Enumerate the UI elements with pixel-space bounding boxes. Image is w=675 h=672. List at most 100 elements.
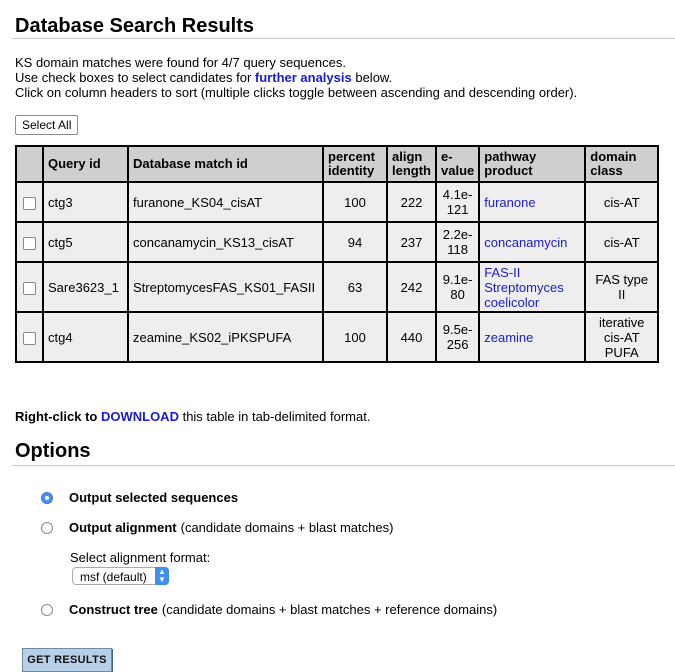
intro-line-2: Use check boxes to select candidates for… [15,70,577,85]
intro-text: KS domain matches were found for 4/7 que… [15,55,577,100]
cell-domain-class: iterative cis-AT PUFA [584,311,660,363]
row-checkbox[interactable] [23,196,36,210]
cell-match-id: zeamine_KS02_iPKSPUFA [127,311,324,363]
option-construct-tree-label: Construct tree [69,602,158,617]
cell-match-id: concanamycin_KS13_cisAT [127,221,324,263]
option-construct-tree[interactable]: Construct tree (candidate domains + blast… [41,602,497,617]
header-checkbox-col [15,145,44,183]
header-domain-line1: domain [590,149,637,164]
alignment-format-label: Select alignment format: [70,550,211,565]
select-all-button[interactable]: Select All [15,115,79,135]
alignment-format-value: msf (default) [80,570,147,584]
select-arrows-icon: ▲ ▼ [155,567,169,585]
alignment-format-select[interactable]: msf (default) ▲ ▼ [72,567,169,585]
row-checkbox[interactable] [23,281,36,295]
cell-pathway: concanamycin [478,221,587,263]
cell-query-id: ctg4 [42,311,129,363]
evalue-part2: 256 [446,337,469,352]
cell-query-id: ctg3 [42,181,129,223]
pathway-link[interactable]: concanamycin [484,235,567,250]
evalue-part1: 9.5e- [442,322,473,337]
download-link[interactable]: DOWNLOAD [101,409,179,424]
option-output-sequences[interactable]: Output selected sequences [41,490,242,505]
header-query-id[interactable]: Query id [42,145,129,183]
cell-align-length: 440 [386,311,437,363]
radio-output-alignment[interactable] [41,521,53,534]
header-evalue-line1: e- [441,149,453,164]
evalue-part1: 9.1e- [442,272,473,287]
download-prefix: Right-click to [15,409,98,424]
header-domain-line2: class [590,163,623,178]
cell-align-length: 242 [386,261,437,313]
option-output-sequences-label: Output selected sequences [69,490,239,505]
intro-line-1: KS domain matches were found for 4/7 que… [15,55,346,70]
header-identity-line2: identity [328,163,375,178]
cell-e-value: 9.5e- 256 [434,311,481,363]
get-results-button[interactable]: GET RESULTS [22,648,112,672]
evalue-part2: 121 [446,202,469,217]
pathway-line2: Streptomyces [484,279,564,295]
table-row: ctg4 zeamine_KS02_iPKSPUFA 100 440 9.5e-… [15,311,660,363]
intro-line-2-text: Use check boxes to select candidates for [15,70,255,85]
option-construct-tree-desc: (candidate domains + blast matches + ref… [161,602,498,617]
header-pathway-line1: pathway [484,149,537,164]
header-align-line2: length [392,163,431,178]
cell-pathway: furanone [478,181,587,223]
pathway-link[interactable]: furanone [484,195,535,210]
header-evalue-line2: value [441,163,475,178]
radio-construct-tree[interactable] [41,603,53,616]
title-divider [12,38,675,39]
header-e-value[interactable]: e-value [434,145,481,183]
further-analysis-link[interactable]: further analysis [255,70,352,85]
option-output-alignment-label: Output alignment [69,520,177,535]
cell-e-value: 4.1e- 121 [434,181,481,223]
cell-e-value: 2.2e- 118 [434,221,481,263]
cell-e-value: 9.1e- 80 [434,261,481,313]
table-row: ctg5 concanamycin_KS13_cisAT 94 237 2.2e… [15,221,660,263]
page-title: Database Search Results [15,15,255,37]
cell-identity: 63 [322,261,388,313]
row-select-cell [15,221,44,263]
intro-line-2-suffix: below. [351,70,393,85]
row-checkbox[interactable] [23,331,36,345]
cell-query-id: Sare3623_1 [42,261,129,313]
header-pathway-line2: product [484,163,533,178]
cell-identity: 94 [322,221,388,263]
cell-align-length: 222 [386,181,437,223]
pathway-line1: FAS-II [484,264,521,280]
option-output-alignment-desc: (candidate domains + blast matches) [180,520,394,535]
table-row: ctg3 furanone_KS04_cisAT 100 222 4.1e- 12… [15,181,660,223]
option-output-alignment[interactable]: Output alignment (candidate domains + bla… [41,520,393,535]
pathway-link[interactable]: FAS-II Streptomyces coelicolor [484,265,563,310]
pathway-line3: coelicolor [484,294,540,310]
header-percent-identity[interactable]: percent identity [322,145,388,183]
header-domain-class[interactable]: domain class [584,145,660,183]
cell-match-id: StreptomycesFAS_KS01_FASII [127,261,324,313]
evalue-part2: 80 [450,287,465,302]
row-select-cell [15,311,44,363]
pathway-link[interactable]: zeamine [484,330,533,345]
table-row: Sare3623_1 StreptomycesFAS_KS01_FASII 63… [15,261,660,313]
cell-domain-class: FAS type II [584,261,660,313]
domain-line2: cis-AT [603,329,640,345]
options-divider [12,465,675,466]
options-title: Options [15,440,91,462]
header-pathway-product[interactable]: pathway product [478,145,587,183]
row-select-cell [15,181,44,223]
evalue-part1: 4.1e- [442,187,473,202]
cell-domain-class: cis-AT [584,181,660,223]
domain-line1: FAS type [595,272,649,287]
domain-line3: PUFA [604,344,639,360]
radio-output-sequences[interactable] [41,491,53,504]
download-suffix: this table in tab-delimited format. [178,409,371,424]
row-checkbox[interactable] [23,236,36,250]
header-align-length[interactable]: align length [386,145,437,183]
intro-line-3: Click on column headers to sort (multipl… [15,85,578,100]
cell-pathway: FAS-II Streptomyces coelicolor [478,261,587,313]
cell-domain-class: cis-AT [584,221,660,263]
cell-identity: 100 [322,311,388,363]
domain-line1: iterative [598,314,645,330]
cell-identity: 100 [322,181,388,223]
header-database-match-id[interactable]: Database match id [127,145,324,183]
evalue-part1: 2.2e- [442,227,473,242]
